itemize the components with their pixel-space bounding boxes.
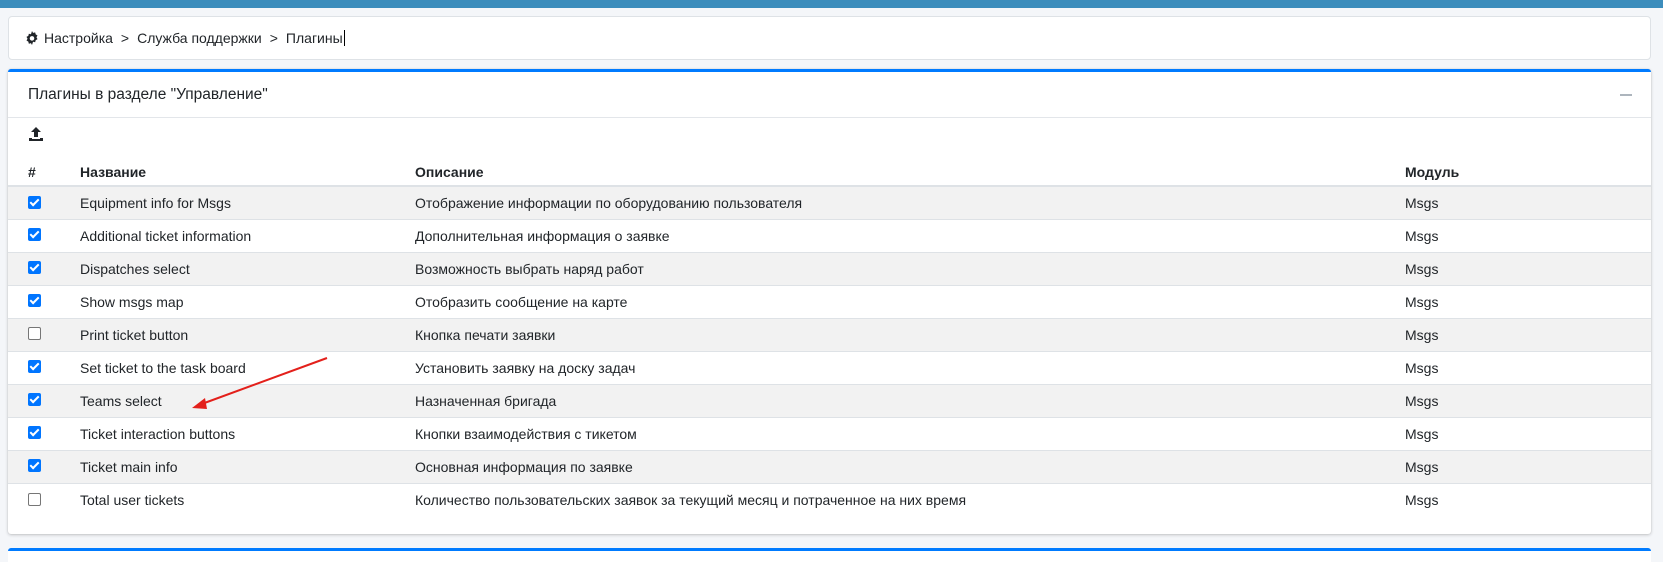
table-row: Ticket interaction buttons Кнопки взаимод… <box>8 416 1651 450</box>
row-checkbox-cell <box>8 185 80 219</box>
plugin-module: Msgs <box>1405 251 1651 285</box>
table-row: Show msgs map Отобразить сообщение на кар… <box>8 284 1651 318</box>
plugin-name: Equipment info for Msgs <box>80 185 415 219</box>
breadcrumb-item-settings[interactable]: Настройка <box>44 30 113 46</box>
row-checkbox-cell <box>8 218 80 252</box>
plugins-table: # Название Описание Модуль Equipment inf… <box>8 150 1651 516</box>
row-checkbox-cell <box>8 383 80 417</box>
plugin-name: Additional ticket information <box>80 218 415 252</box>
plugin-module: Msgs <box>1405 218 1651 252</box>
panel-title: Плагины в разделе "Управление" <box>28 85 268 103</box>
row-checkbox-cell <box>8 284 80 318</box>
table-header-row: # Название Описание Модуль <box>8 150 1651 187</box>
plugin-module: Msgs <box>1405 317 1651 351</box>
plugin-description: Основная информация по заявке <box>415 449 1405 483</box>
column-header-name[interactable]: Название <box>80 150 415 187</box>
plugin-description: Кнопки взаимодействия с тикетом <box>415 416 1405 450</box>
plugin-enabled-checkbox[interactable] <box>28 261 41 275</box>
plugin-name: Total user tickets <box>80 482 415 516</box>
breadcrumb-separator: > <box>269 30 278 46</box>
row-checkbox-cell <box>8 251 80 285</box>
breadcrumb-separator: > <box>120 30 130 46</box>
table-toolbar <box>8 118 1651 150</box>
row-checkbox-cell <box>8 350 80 384</box>
plugin-name: Ticket main info <box>80 449 415 483</box>
plugin-description: Отобразить сообщение на карте <box>415 284 1405 318</box>
column-header-description[interactable]: Описание <box>415 150 1405 187</box>
table-row: Equipment info for Msgs Отображение инфор… <box>8 185 1651 219</box>
plugin-module: Msgs <box>1405 383 1651 417</box>
table-row: Total user tickets Количество пользовател… <box>8 482 1651 516</box>
breadcrumb-item-support[interactable]: Служба поддержки <box>137 30 262 46</box>
plugin-enabled-checkbox[interactable] <box>28 393 41 407</box>
collapse-button[interactable] <box>1619 88 1633 102</box>
column-header-number: # <box>8 150 80 187</box>
row-checkbox-cell <box>8 482 80 516</box>
plugin-module: Msgs <box>1405 185 1651 219</box>
plugin-module: Msgs <box>1405 350 1651 384</box>
plugin-name: Set ticket to the task board <box>80 350 415 384</box>
plugin-description: Дополнительная информация о заявке <box>415 218 1405 252</box>
plugin-enabled-checkbox[interactable] <box>28 228 41 242</box>
plugin-module: Msgs <box>1405 449 1651 483</box>
plugin-module: Msgs <box>1405 284 1651 318</box>
plugin-module: Msgs <box>1405 482 1651 516</box>
next-panel <box>8 548 1651 562</box>
plugins-panel: Плагины в разделе "Управление" # Названи… <box>8 69 1651 534</box>
breadcrumb: Настройка > Служба поддержки > Плагины <box>8 16 1651 60</box>
upload-icon[interactable] <box>28 126 44 142</box>
gear-icon <box>25 31 39 45</box>
plugin-name: Ticket interaction buttons <box>80 416 415 450</box>
table-row: Additional ticket information Дополнитель… <box>8 218 1651 252</box>
table-row: Set ticket to the task board Установить з… <box>8 350 1651 384</box>
table-row: Teams select Назначенная бригада Msgs <box>8 383 1651 417</box>
plugin-description: Отображение информации по оборудованию п… <box>415 185 1405 219</box>
breadcrumb-item-plugins: Плагины <box>285 30 343 46</box>
minus-icon <box>1620 93 1632 96</box>
row-checkbox-cell <box>8 449 80 483</box>
row-checkbox-cell <box>8 416 80 450</box>
plugin-enabled-checkbox[interactable] <box>28 426 41 440</box>
text-cursor <box>343 30 345 46</box>
column-header-module[interactable]: Модуль <box>1405 150 1651 187</box>
plugin-name: Print ticket button <box>80 317 415 351</box>
plugin-description: Назначенная бригада <box>415 383 1405 417</box>
plugin-enabled-checkbox[interactable] <box>28 327 41 341</box>
plugin-name: Dispatches select <box>80 251 415 285</box>
table-row: Ticket main info Основная информация по з… <box>8 449 1651 483</box>
plugin-name: Teams select <box>80 383 415 417</box>
row-checkbox-cell <box>8 317 80 351</box>
plugin-description: Установить заявку на доску задач <box>415 350 1405 384</box>
plugin-enabled-checkbox[interactable] <box>28 459 41 473</box>
table-row: Dispatches select Возможность выбрать нар… <box>8 251 1651 285</box>
plugin-enabled-checkbox[interactable] <box>28 294 41 308</box>
top-navbar <box>0 0 1663 8</box>
plugin-description: Кнопка печати заявки <box>415 317 1405 351</box>
panel-header: Плагины в разделе "Управление" <box>8 72 1651 118</box>
plugin-enabled-checkbox[interactable] <box>28 492 41 506</box>
plugin-name: Show msgs map <box>80 284 415 318</box>
plugin-enabled-checkbox[interactable] <box>28 195 41 209</box>
plugin-module: Msgs <box>1405 416 1651 450</box>
plugin-enabled-checkbox[interactable] <box>28 360 41 374</box>
table-row: Print ticket button Кнопка печати заявки M… <box>8 317 1651 351</box>
plugin-description: Возможность выбрать наряд работ <box>415 251 1405 285</box>
plugin-description: Количество пользовательских заявок за те… <box>415 482 1405 516</box>
